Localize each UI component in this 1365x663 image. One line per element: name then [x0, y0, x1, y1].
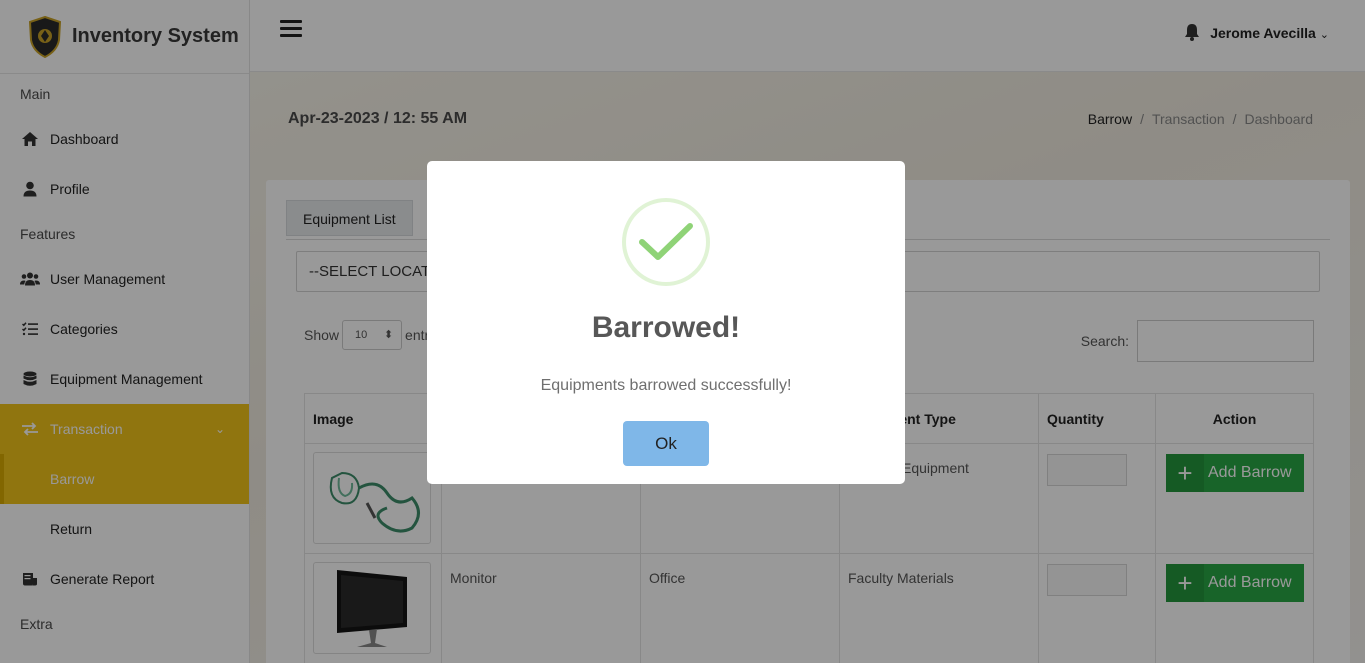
- dialog-message: Equipments barrowed successfully!: [540, 377, 792, 394]
- dialog-title: Barrowed!: [591, 311, 741, 344]
- success-dialog: Barrowed! Equipments barrowed successful…: [427, 161, 905, 484]
- ok-button[interactable]: Ok: [623, 421, 709, 466]
- check-icon: [622, 198, 710, 286]
